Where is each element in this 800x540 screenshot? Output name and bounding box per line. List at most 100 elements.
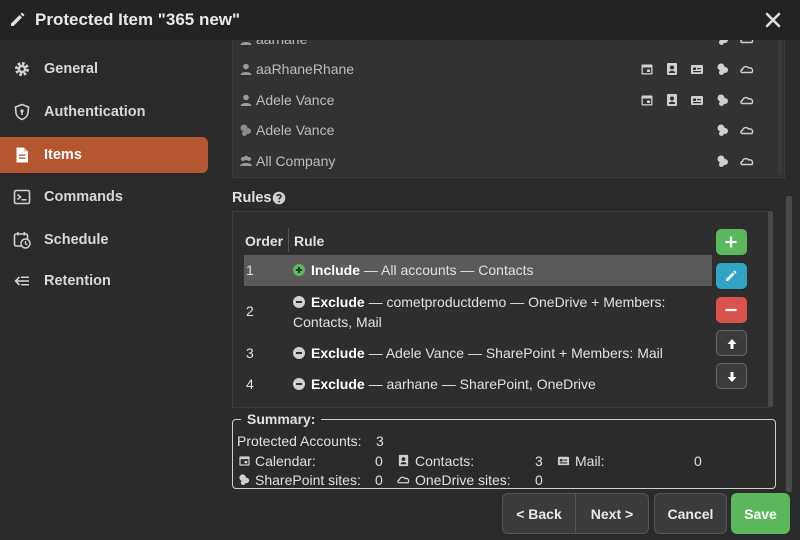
calendar-icon [239, 456, 250, 466]
remove-rule-button[interactable] [716, 297, 747, 323]
column-divider [288, 228, 289, 252]
sharepoint-icon [717, 63, 728, 75]
rules-scrollbar[interactable] [768, 211, 773, 407]
arrow-up-icon [727, 339, 737, 349]
calendar-clock-icon [13, 232, 31, 249]
sharepoint-icon [239, 474, 250, 486]
sidebar-item-commands[interactable]: Commands [0, 179, 208, 215]
pencil-icon [726, 270, 737, 281]
accounts-scrollbar[interactable] [778, 40, 782, 175]
sidebar-item-retention[interactable]: Retention [0, 263, 208, 299]
sharepoint-site-icon [240, 124, 251, 136]
onedrive-value: 0 [535, 472, 543, 488]
terminal-icon [13, 189, 31, 205]
rule-text: Include — All accounts — Contacts [293, 260, 713, 280]
user-icon [240, 94, 252, 106]
mail-icon [691, 65, 703, 74]
main-scrollbar[interactable] [786, 196, 792, 492]
summary-box: Summary: Protected Accounts: 3 Calendar:… [232, 411, 776, 489]
exclude-icon [293, 347, 305, 359]
sharepoint-icon [719, 40, 728, 45]
table-row[interactable]: 4 Exclude — aarhane — SharePoint, OneDri… [244, 369, 712, 400]
include-icon [293, 264, 305, 276]
help-icon[interactable] [272, 191, 286, 205]
protected-accounts-value: 3 [376, 433, 384, 449]
onedrive-icon [740, 157, 754, 166]
sharepoint-icon [717, 155, 728, 167]
rule-text: Exclude — Adele Vance — SharePoint + Mem… [293, 343, 713, 363]
sidebar: General Authentication Items Commands Sc… [0, 40, 219, 540]
document-icon [16, 147, 28, 163]
list-item[interactable]: Adele Vance [233, 115, 763, 145]
onedrive-icon [397, 476, 410, 484]
window-title: Protected Item "365 new" [35, 10, 241, 29]
sidebar-item-label: Schedule [44, 232, 109, 248]
calendar-label: Calendar: [255, 453, 316, 469]
arrow-left-icon [14, 276, 29, 286]
move-up-button[interactable] [716, 330, 747, 356]
user-icon [240, 42, 252, 45]
plus-icon [725, 236, 737, 248]
mail-value: 0 [694, 453, 702, 469]
onedrive-icon [740, 40, 754, 44]
rule-action: Exclude [311, 376, 365, 392]
rule-detail: — Adele Vance — SharePoint + Members: Ma… [364, 345, 663, 361]
calendar-icon [641, 64, 653, 75]
onedrive-icon [740, 126, 754, 135]
contacts-value: 3 [535, 453, 543, 469]
back-button[interactable]: < Back [502, 493, 576, 534]
rule-action: Exclude [311, 294, 365, 310]
title-bar: Protected Item "365 new" [0, 0, 800, 40]
onedrive-label: OneDrive sites: [415, 472, 511, 488]
contacts-icon [398, 454, 409, 467]
table-row[interactable]: 2 Exclude — cometproductdemo — OneDrive … [244, 286, 712, 338]
table-row[interactable]: 1 Include — All accounts — Contacts [244, 255, 712, 286]
add-rule-button[interactable] [716, 229, 747, 255]
contacts-label: Contacts: [415, 453, 475, 469]
rule-order: 3 [246, 345, 254, 361]
rule-order: 4 [246, 376, 254, 392]
accounts-list[interactable]: aarhane aaRhaneRhane Adele Vance Adele V… [232, 40, 785, 178]
cancel-button[interactable]: Cancel [654, 493, 727, 534]
list-item[interactable]: Adele Vance [233, 85, 763, 115]
shield-icon [14, 103, 30, 121]
sidebar-item-schedule[interactable]: Schedule [0, 222, 208, 258]
sharepoint-icon [717, 124, 728, 136]
calendar-value: 0 [375, 453, 383, 469]
mail-icon [691, 96, 703, 105]
pencil-icon [11, 12, 25, 26]
sidebar-item-items[interactable]: Items [0, 137, 208, 173]
sidebar-item-label: General [44, 61, 98, 77]
rule-action: Include [311, 262, 361, 278]
rule-text: Exclude — aarhane — SharePoint, OneDrive [293, 374, 713, 394]
column-header-rule[interactable]: Rule [294, 225, 324, 256]
mail-icon [557, 456, 570, 466]
rule-text: Exclude — cometproductdemo — OneDrive + … [293, 292, 713, 332]
list-item[interactable]: All Company [233, 146, 763, 176]
list-item[interactable]: aarhane [233, 40, 763, 54]
sharepoint-label: SharePoint sites: [255, 472, 361, 488]
gear-icon [15, 62, 29, 76]
group-icon [240, 155, 252, 166]
rule-order: 2 [246, 303, 254, 319]
close-icon[interactable] [763, 10, 783, 30]
sidebar-item-authentication[interactable]: Authentication [0, 94, 208, 130]
sidebar-item-label: Commands [44, 189, 123, 205]
sidebar-item-general[interactable]: General [0, 51, 208, 87]
edit-rule-button[interactable] [716, 263, 747, 289]
sharepoint-value: 0 [375, 472, 383, 488]
column-header-order[interactable]: Order [245, 225, 289, 256]
rule-order: 1 [246, 262, 254, 278]
move-down-button[interactable] [716, 363, 747, 389]
rules-label: Rules [232, 190, 272, 206]
contacts-icon [667, 94, 677, 106]
next-button[interactable]: Next > [575, 493, 649, 534]
onedrive-icon [740, 96, 754, 105]
main-content: aarhane aaRhaneRhane Adele Vance Adele V… [219, 40, 800, 540]
account-name: aarhane [256, 40, 307, 47]
table-row[interactable]: 3 Exclude — Adele Vance — SharePoint + M… [244, 338, 712, 369]
save-button[interactable]: Save [731, 493, 790, 534]
exclude-icon [293, 296, 305, 308]
contacts-icon [667, 63, 677, 75]
list-item[interactable]: aaRhaneRhane [233, 54, 763, 84]
